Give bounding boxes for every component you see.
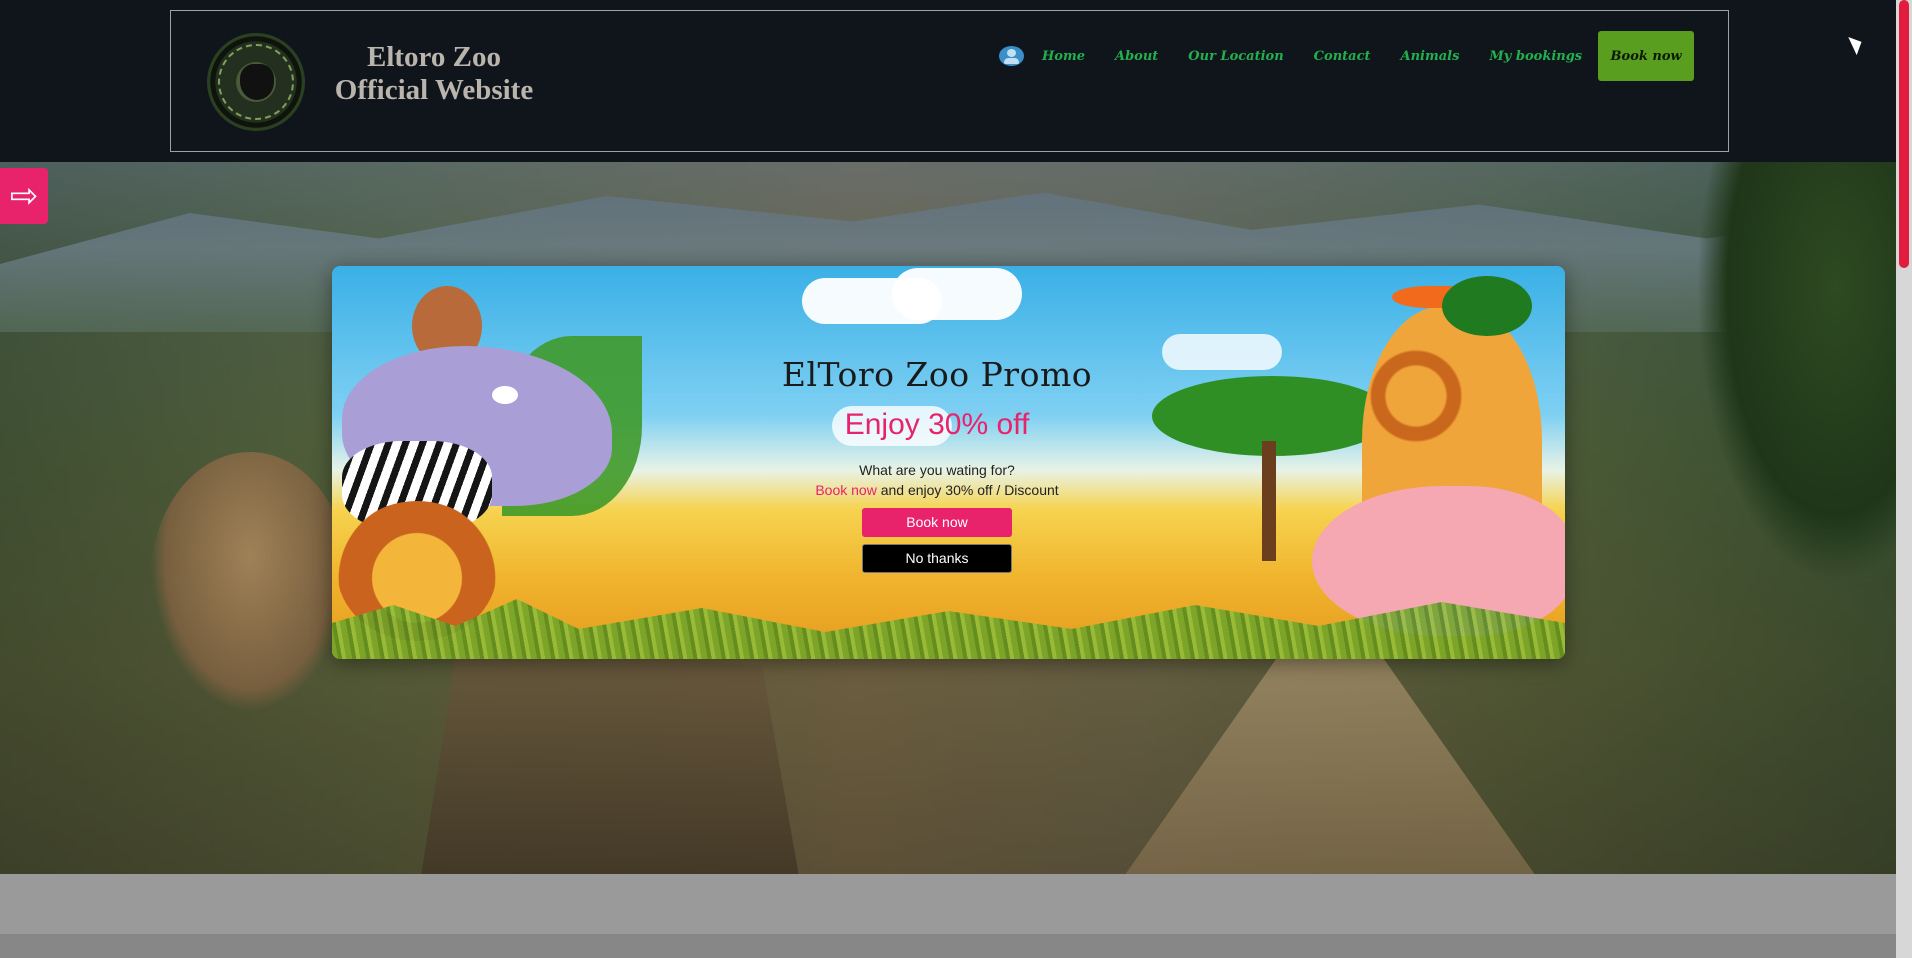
nav-animals[interactable]: Animals bbox=[1401, 49, 1460, 64]
trees-backdrop bbox=[1696, 162, 1896, 582]
scrollbar-thumb[interactable] bbox=[1899, 0, 1909, 268]
tree-trunk-image bbox=[1262, 441, 1276, 561]
site-title-line1: Eltoro Zoo bbox=[367, 41, 501, 73]
nav-home[interactable]: Home bbox=[1042, 49, 1085, 64]
nav-my-bookings[interactable]: My bookings bbox=[1489, 49, 1582, 64]
user-icon[interactable] bbox=[999, 46, 1024, 66]
cliff-image bbox=[420, 642, 800, 874]
elephant-eye bbox=[492, 386, 518, 404]
nav-about[interactable]: About bbox=[1115, 49, 1158, 64]
zoo-logo-icon[interactable] bbox=[207, 33, 305, 131]
arrow-right-icon: ⇨ bbox=[9, 176, 39, 216]
sidebar-toggle-button[interactable]: ⇨ bbox=[0, 168, 48, 224]
header-book-now-button[interactable]: Book now bbox=[1598, 31, 1695, 81]
header-container: Eltoro Zoo Official Website Home About O… bbox=[170, 10, 1729, 152]
promo-question: What are you wating for? bbox=[859, 462, 1015, 478]
top-header: Eltoro Zoo Official Website Home About O… bbox=[0, 0, 1896, 162]
site-title-line2: Official Website bbox=[334, 74, 534, 106]
lion-cubs-image bbox=[150, 452, 350, 712]
page-scrollbar[interactable] bbox=[1896, 0, 1912, 958]
promo-offer-text: and enjoy 30% off / Discount bbox=[876, 482, 1059, 498]
footer-band-lower bbox=[0, 934, 1896, 958]
promo-title: ElToro Zoo Promo bbox=[781, 355, 1093, 394]
promo-no-thanks-button[interactable]: No thanks bbox=[862, 544, 1012, 573]
promo-offer-line: Book now and enjoy 30% off / Discount bbox=[732, 482, 1142, 498]
promo-book-now-link[interactable]: Book now bbox=[815, 482, 876, 498]
site-title: Eltoro Zoo Official Website bbox=[314, 41, 554, 107]
bull-icon bbox=[240, 64, 274, 100]
promo-content: ElToro Zoo Promo Enjoy 30% off What are … bbox=[732, 336, 1142, 573]
cloud-shape bbox=[892, 268, 1022, 320]
promo-modal: ElToro Zoo Promo Enjoy 30% off What are … bbox=[332, 266, 1565, 659]
nav-our-location[interactable]: Our Location bbox=[1188, 49, 1283, 64]
mouse-cursor-icon bbox=[1848, 32, 1866, 56]
promo-book-now-button[interactable]: Book now bbox=[862, 508, 1012, 537]
promo-subtitle: Enjoy 30% off bbox=[844, 408, 1030, 441]
main-nav: Home About Our Location Contact Animals … bbox=[999, 31, 1695, 81]
footer-band bbox=[0, 874, 1896, 934]
toucan-image bbox=[1442, 276, 1532, 336]
walkway-image bbox=[1120, 642, 1540, 874]
nav-contact[interactable]: Contact bbox=[1314, 49, 1371, 64]
cartoon-animals-left bbox=[332, 266, 662, 659]
cloud-shape bbox=[1162, 334, 1282, 370]
